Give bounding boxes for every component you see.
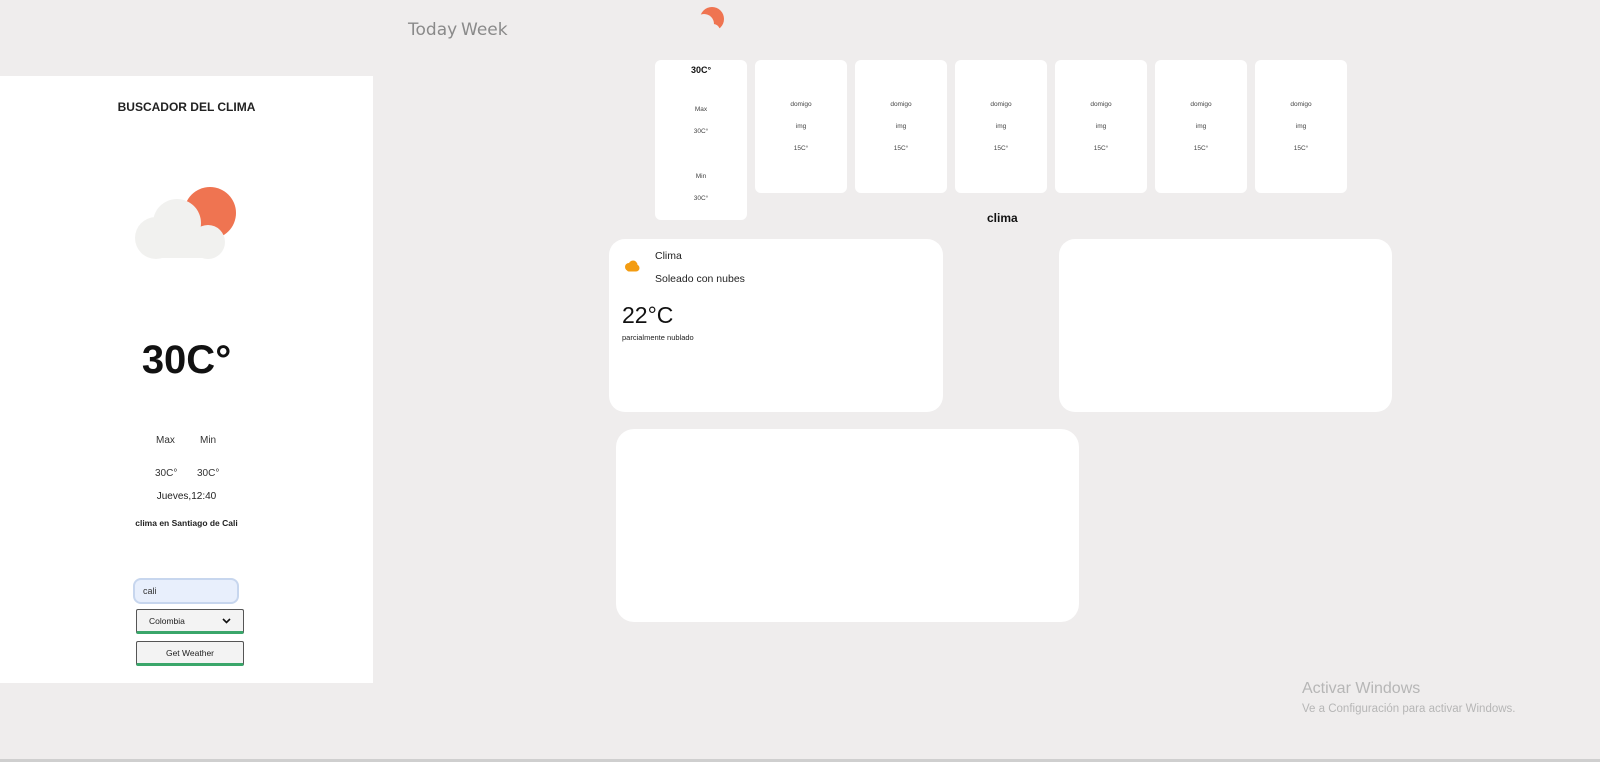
nav-week[interactable]: Week (461, 20, 508, 40)
today-card: 30C° Max 30C° Min 30C° (655, 60, 747, 220)
week-card-img: img (795, 123, 807, 130)
today-temp: 30C° (690, 65, 712, 75)
location-label: clima en Santiago de Cali (135, 518, 238, 528)
week-card-temp: 15C° (793, 145, 809, 152)
week-card-temp: 15C° (993, 145, 1009, 152)
current-temperature: 30C° (141, 338, 232, 382)
week-card-img: img (995, 123, 1007, 130)
partly-cloudy-icon (135, 187, 236, 259)
get-weather-button[interactable]: Get Weather (136, 641, 244, 666)
week-card-temp: 15C° (1193, 145, 1209, 152)
week-card-temp: 15C° (1293, 145, 1309, 152)
clima-panel: Clima Soleado con nubes 22°C parcialment… (609, 239, 943, 412)
chevron-down-icon (222, 617, 231, 624)
week-card-img: img (895, 123, 907, 130)
clima-panel-title: Clima (655, 250, 682, 262)
today-min-value: 30C° (693, 195, 709, 202)
min-label: Min (200, 435, 217, 446)
clima-heading: clima (987, 211, 1018, 225)
sidebar-title: BUSCADOR DEL CLIMA (117, 100, 256, 114)
week-card-day: domigo (790, 101, 812, 108)
max-label: Max (156, 435, 175, 446)
week-card-day: domigo (990, 101, 1012, 108)
week-card-img: img (1095, 123, 1107, 130)
week-card: domigo img 15C° (955, 60, 1047, 193)
week-card-day: domigo (1190, 101, 1212, 108)
week-card: domigo img 15C° (1155, 60, 1247, 193)
week-card-temp: 15C° (893, 145, 909, 152)
partly-cloudy-icon (685, 7, 724, 38)
week-card: domigo img 15C° (855, 60, 947, 193)
week-card: domigo img 15C° (1255, 60, 1347, 193)
country-select-value: Colombia (149, 615, 185, 626)
min-value: 30C° (197, 468, 220, 479)
week-card-day: domigo (1090, 101, 1112, 108)
clima-panel-description: parcialmente nublado (622, 333, 694, 342)
week-card-temp: 15C° (1093, 145, 1109, 152)
week-card-day: domigo (890, 101, 912, 108)
cloud-icon (625, 260, 640, 272)
week-card-day: domigo (1290, 101, 1312, 108)
today-max-label: Max (694, 106, 708, 113)
week-card: domigo img 15C° (1055, 60, 1147, 193)
today-max-value: 30C° (693, 128, 709, 135)
empty-panel-right (1059, 239, 1392, 412)
watermark-subtitle: Ve a Configuración para activar Windows. (1302, 703, 1516, 715)
week-card-img: img (1195, 123, 1207, 130)
datetime: Jueves,12:40 (156, 491, 217, 502)
country-select[interactable]: Colombia (136, 609, 244, 634)
sidebar: BUSCADOR DEL CLIMA 30C° Max Min 30C° 30C… (0, 76, 373, 683)
max-value: 30C° (155, 468, 178, 479)
nav-today[interactable]: Today (408, 20, 457, 40)
watermark-title: Activar Windows (1302, 680, 1421, 697)
clima-panel-condition: Soleado con nubes (655, 273, 745, 285)
week-card: domigo img 15C° (755, 60, 847, 193)
city-input[interactable] (133, 578, 239, 604)
week-card-img: img (1295, 123, 1307, 130)
today-min-label: Min (695, 173, 707, 180)
clima-panel-temperature: 22°C (622, 302, 674, 328)
empty-panel-bottom (616, 429, 1079, 622)
